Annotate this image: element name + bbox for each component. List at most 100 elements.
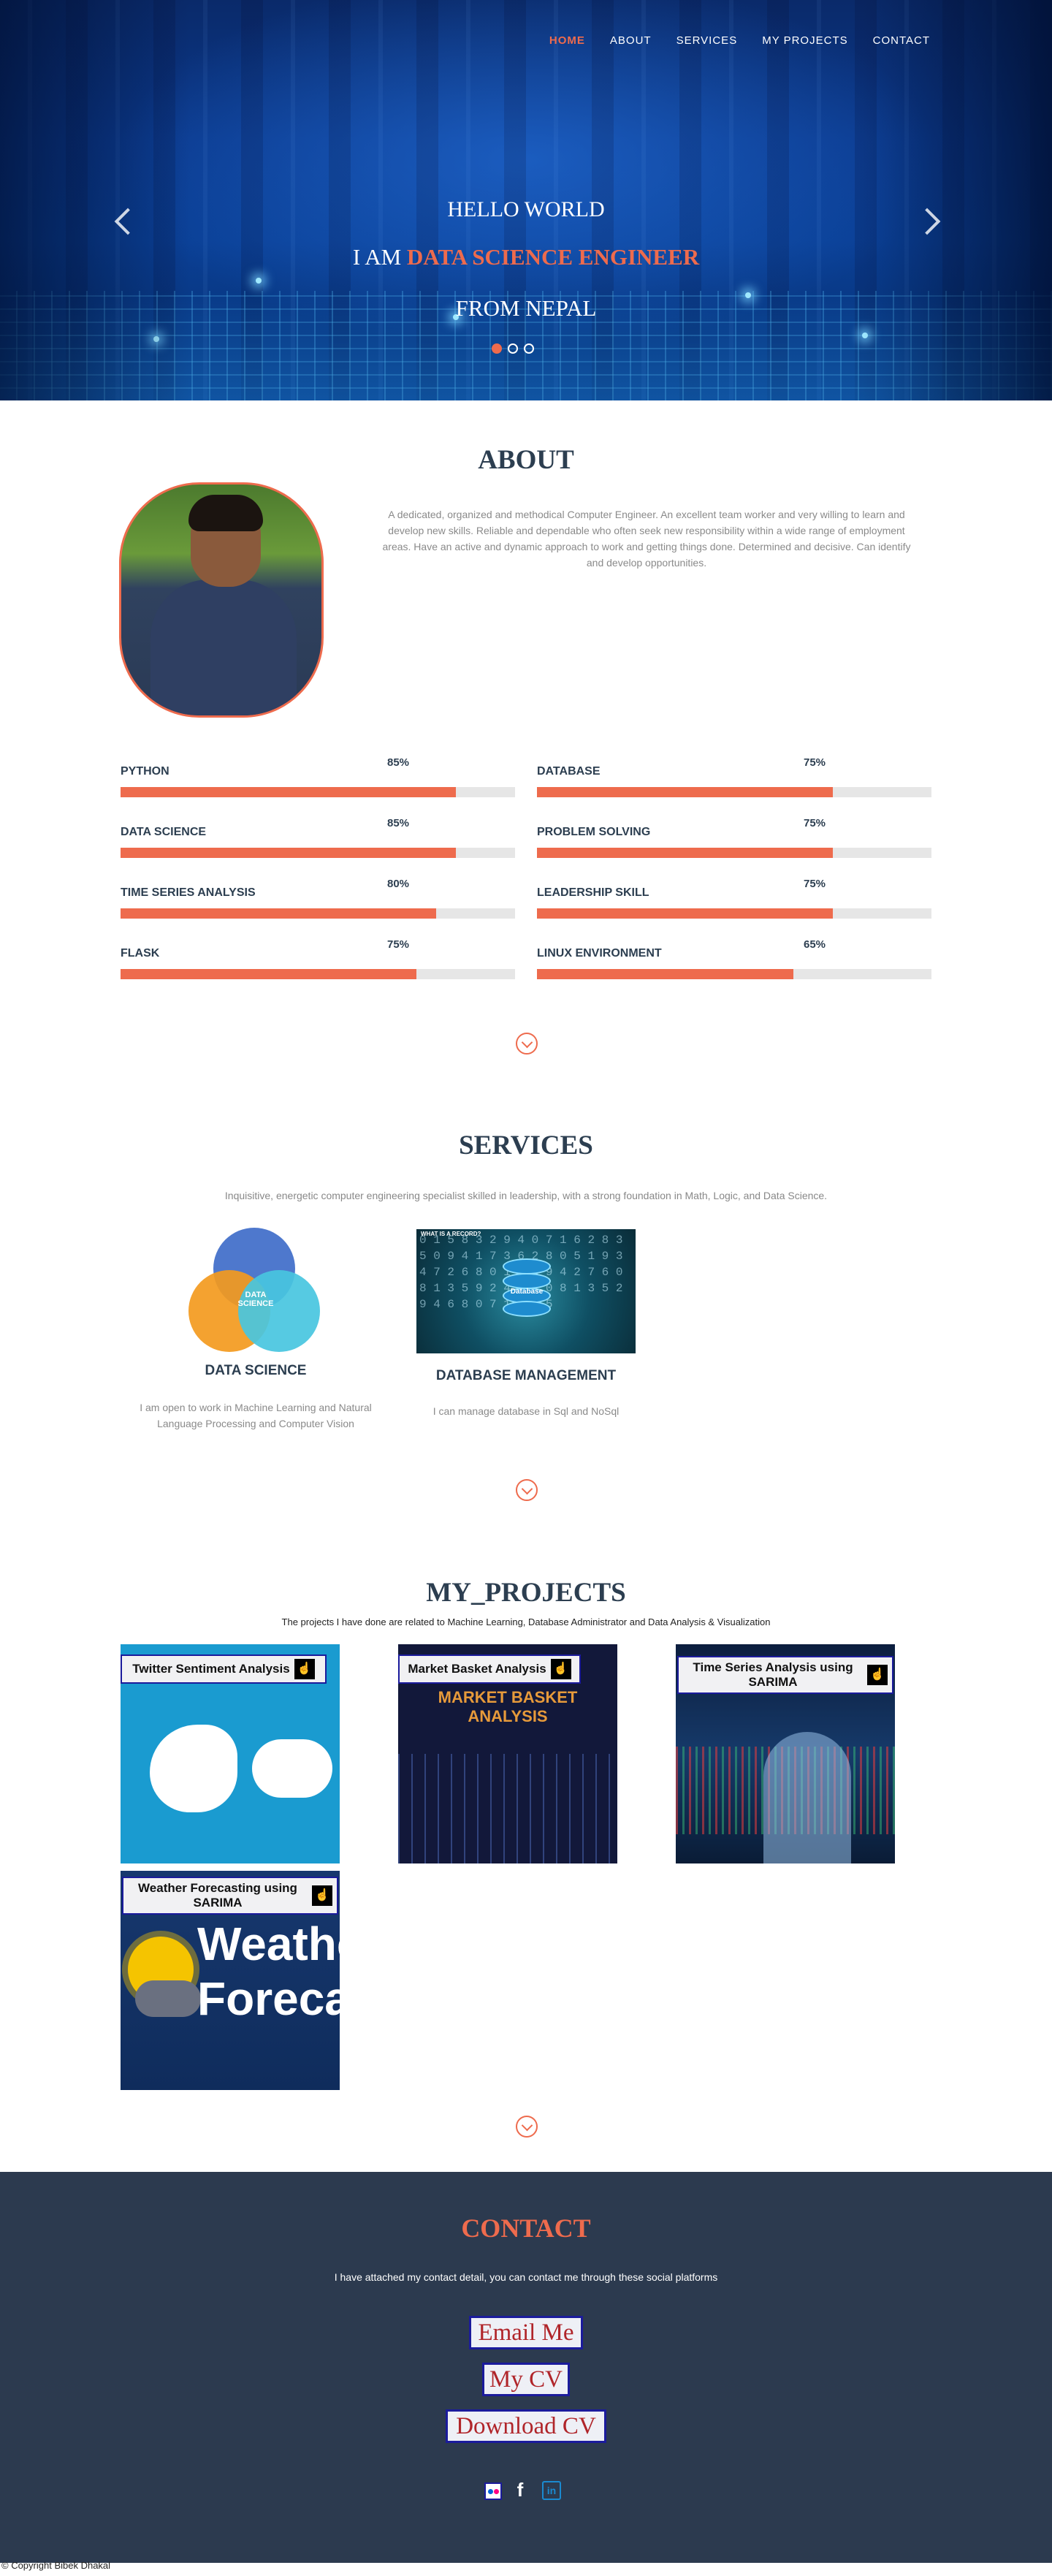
skill-bar-fill bbox=[121, 908, 436, 919]
skill-bar-fill bbox=[537, 969, 793, 979]
project-card-time-series[interactable]: Time Series Analysis using SARIMA ☝ bbox=[676, 1644, 895, 1863]
db-image-label: Database bbox=[510, 1288, 544, 1296]
skill-bar bbox=[121, 787, 515, 797]
skill-name: TIME SERIES ANALYSIS bbox=[121, 886, 256, 899]
linkedin-icon[interactable]: in bbox=[542, 2481, 561, 2500]
project-card-weather[interactable]: Weather Forecast Weather Forecasting usi… bbox=[121, 1871, 340, 2090]
project-label-text: Twitter Sentiment Analysis bbox=[132, 1662, 290, 1676]
nav-my-projects[interactable]: MY PROJECTS bbox=[762, 34, 847, 47]
skill-percent: 75% bbox=[804, 817, 826, 829]
my-cv-button[interactable]: My CV bbox=[482, 2363, 570, 2396]
carousel-indicators bbox=[492, 343, 534, 354]
project-card-twitter[interactable]: Twitter Sentiment Analysis ☝ bbox=[121, 1644, 340, 1863]
project-label-text: Market Basket Analysis bbox=[408, 1662, 546, 1676]
services-title: SERVICES bbox=[459, 1131, 593, 1160]
skill-bar bbox=[537, 848, 931, 858]
skill-bar-fill bbox=[537, 787, 833, 797]
cylinder-layer bbox=[503, 1301, 551, 1317]
about-title: ABOUT bbox=[478, 445, 574, 475]
photo-body bbox=[150, 580, 297, 715]
skill-bar bbox=[121, 908, 515, 919]
facebook-icon[interactable]: f bbox=[511, 2479, 529, 2501]
skill-name: PROBLEM SOLVING bbox=[537, 826, 651, 838]
contact-section: CONTACT I have attached my contact detai… bbox=[0, 2172, 1052, 2563]
email-me-button[interactable]: Email Me bbox=[469, 2316, 583, 2349]
skill-percent: 85% bbox=[387, 817, 410, 829]
skill-bar bbox=[537, 787, 931, 797]
skill-name: LEADERSHIP SKILL bbox=[537, 886, 649, 899]
venn-center-label: DATA SCIENCE bbox=[237, 1291, 274, 1308]
market-basket-banner: MARKET BASKET ANALYSIS bbox=[438, 1688, 578, 1725]
cylinder-layer bbox=[503, 1258, 551, 1274]
photo-hair bbox=[188, 495, 263, 531]
hero-headline-accent: DATA SCIENCE ENGINEER bbox=[406, 244, 700, 270]
data-science-venn-image: DATA SCIENCE bbox=[188, 1228, 320, 1353]
project-label[interactable]: Twitter Sentiment Analysis ☝ bbox=[121, 1654, 327, 1684]
scroll-down-icon[interactable] bbox=[516, 2116, 538, 2138]
pointer-hand-icon: ☝ bbox=[312, 1885, 332, 1906]
hand-graphic bbox=[763, 1732, 851, 1863]
project-label[interactable]: Market Basket Analysis ☝ bbox=[398, 1654, 581, 1684]
database-image: 0 1 5 8 3 2 9 4 0 7 1 6 2 8 3 5 0 9 4 1 … bbox=[416, 1229, 636, 1353]
light-dot bbox=[256, 278, 262, 284]
contact-title: CONTACT bbox=[461, 2214, 591, 2243]
cloud-icon bbox=[252, 1739, 332, 1798]
contact-subtitle: I have attached my contact detail, you c… bbox=[334, 2271, 718, 2283]
skill-percent: 75% bbox=[804, 756, 826, 769]
service-title-database: DATABASE MANAGEMENT bbox=[435, 1368, 617, 1383]
flickr-dot-pink bbox=[494, 2489, 499, 2494]
scroll-down-icon[interactable] bbox=[516, 1479, 538, 1501]
skill-name: DATA SCIENCE bbox=[121, 826, 207, 838]
nav-contact[interactable]: CONTACT bbox=[873, 34, 930, 47]
top-nav: HOME ABOUT SERVICES MY PROJECTS CONTACT bbox=[549, 34, 930, 47]
hero-greeting: HELLO WORLD bbox=[447, 197, 605, 221]
cylinder-layer bbox=[503, 1273, 551, 1289]
hero-headline: I AM DATA SCIENCE ENGINEER bbox=[0, 244, 1052, 270]
service-desc-database: I can manage database in Sql and NoSql bbox=[432, 1405, 620, 1417]
skill-name: PYTHON bbox=[121, 765, 169, 778]
skill-bar bbox=[537, 969, 931, 979]
skill-bar bbox=[121, 969, 515, 979]
project-card-market-basket[interactable]: MARKET BASKET ANALYSIS Market Basket Ana… bbox=[398, 1644, 617, 1863]
skill-bar-fill bbox=[537, 848, 833, 858]
projects-subtitle: The projects I have done are related to … bbox=[281, 1616, 771, 1627]
pointer-hand-icon: ☝ bbox=[867, 1665, 888, 1685]
weather-image-text-2: Forecast bbox=[197, 1972, 340, 2025]
copyright: © Copyright Bibek Dhakal bbox=[1, 2560, 111, 2571]
download-cv-button[interactable]: Download CV bbox=[446, 2409, 606, 2443]
cloud-icon bbox=[135, 1980, 201, 2017]
project-label[interactable]: Weather Forecasting using SARIMA ☝ bbox=[122, 1877, 338, 1915]
pointer-hand-icon: ☝ bbox=[550, 1659, 571, 1679]
project-label-text: Weather Forecasting using SARIMA bbox=[138, 1881, 297, 1910]
hero-location: FROM NEPAL bbox=[455, 295, 597, 321]
db-image-banner: WHAT IS A RECORD? bbox=[421, 1231, 481, 1237]
project-label[interactable]: Time Series Analysis using SARIMA ☝ bbox=[677, 1656, 893, 1694]
service-title-data-science: DATA SCIENCE bbox=[205, 1363, 307, 1378]
skill-bar-fill bbox=[121, 848, 456, 858]
twitter-bird-icon bbox=[150, 1725, 237, 1812]
pointer-hand-icon: ☝ bbox=[294, 1659, 315, 1679]
weather-image-text-1: Weather bbox=[197, 1918, 340, 1970]
carousel-dot-3[interactable] bbox=[524, 343, 534, 354]
flickr-icon[interactable] bbox=[484, 2482, 502, 2500]
hero-headline-prefix: I AM bbox=[352, 244, 407, 270]
skill-bar bbox=[121, 848, 515, 858]
skill-bar-fill bbox=[537, 908, 833, 919]
skill-percent: 75% bbox=[804, 878, 826, 890]
carousel-dot-1[interactable] bbox=[492, 343, 502, 354]
skill-bar bbox=[537, 908, 931, 919]
nav-about[interactable]: ABOUT bbox=[610, 34, 652, 47]
scroll-down-icon[interactable] bbox=[516, 1033, 538, 1055]
skill-bar-fill bbox=[121, 969, 416, 979]
profile-photo bbox=[119, 482, 324, 718]
nav-services[interactable]: SERVICES bbox=[676, 34, 738, 47]
nav-home[interactable]: HOME bbox=[549, 34, 585, 47]
circuit-lines bbox=[398, 1754, 617, 1863]
carousel-dot-2[interactable] bbox=[508, 343, 518, 354]
skill-percent: 75% bbox=[387, 938, 410, 951]
about-description: A dedicated, organized and methodical Co… bbox=[382, 509, 911, 569]
skill-bar-fill bbox=[121, 787, 456, 797]
skill-percent: 65% bbox=[804, 938, 826, 951]
flickr-dot-blue bbox=[488, 2489, 493, 2494]
skill-name: DATABASE bbox=[537, 765, 601, 778]
